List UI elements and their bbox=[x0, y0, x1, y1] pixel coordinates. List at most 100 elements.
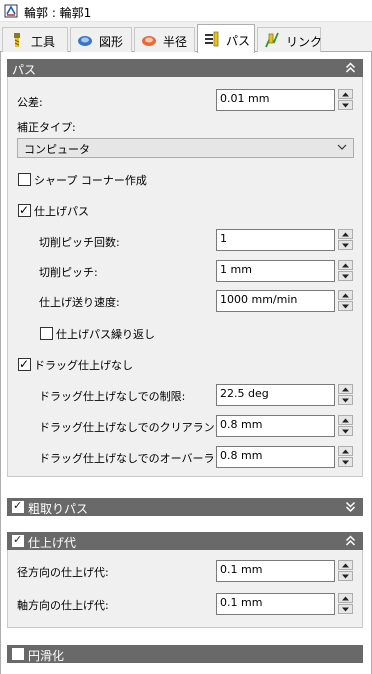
spin-down-button[interactable] bbox=[338, 457, 353, 467]
sharp-corners-label: シャープ コーナー作成 bbox=[34, 174, 147, 187]
spin-up-button[interactable] bbox=[338, 229, 353, 239]
spin-down-button[interactable] bbox=[338, 240, 353, 250]
window-title: 輪郭 : 輪郭1 bbox=[24, 6, 92, 20]
arrow-down-icon bbox=[342, 398, 349, 403]
spin-up-button[interactable] bbox=[338, 415, 353, 425]
arrow-up-icon bbox=[342, 563, 349, 568]
section-title: 粗取りパス bbox=[28, 502, 89, 516]
collapse-chevron-icon[interactable] bbox=[345, 535, 356, 547]
tab-label: リンク bbox=[286, 35, 323, 49]
check-icon: ✓ bbox=[19, 357, 30, 371]
num-stepdowns-label: 切削ピッチ回数: bbox=[39, 236, 120, 249]
expand-chevron-icon[interactable] bbox=[345, 501, 356, 513]
spin-up-button[interactable] bbox=[338, 384, 353, 394]
spin-up-button[interactable] bbox=[338, 290, 353, 300]
spin-down-button[interactable] bbox=[338, 301, 353, 311]
spin-up-button[interactable] bbox=[338, 446, 353, 456]
section-title: 仕上げ代 bbox=[28, 536, 77, 550]
no-finishing-drag-label: ドラッグ仕上げなし bbox=[34, 359, 133, 372]
radial-stock-label: 径方向の仕上げ代: bbox=[17, 566, 109, 579]
spin-up-button[interactable] bbox=[338, 560, 353, 570]
tolerance-input[interactable]: 0.01 mm bbox=[216, 89, 335, 111]
arrow-down-icon bbox=[342, 429, 349, 434]
smoothing-section-header[interactable]: 円滑化 bbox=[7, 645, 363, 663]
finishing-pass-label: 仕上げパス bbox=[34, 205, 89, 218]
stepdown-input[interactable]: 1 mm bbox=[216, 260, 335, 282]
spin-down-button[interactable] bbox=[338, 395, 353, 405]
tab-shape[interactable]: 図形 bbox=[70, 27, 132, 52]
spinner-buttons bbox=[338, 560, 353, 582]
tab-bar: 工具 図形 半径 パス リンク bbox=[0, 22, 372, 53]
tab-pass[interactable]: パス bbox=[197, 24, 255, 53]
title-bar: 輪郭 : 輪郭1 bbox=[0, 0, 372, 22]
finishing-feedrate-label: 仕上げ送り速度: bbox=[39, 296, 120, 309]
spin-down-button[interactable] bbox=[338, 604, 353, 614]
arrow-up-icon bbox=[342, 418, 349, 423]
radius-icon bbox=[142, 36, 156, 46]
spin-up-button[interactable] bbox=[338, 89, 353, 99]
spin-down-button[interactable] bbox=[338, 271, 353, 281]
spin-down-button[interactable] bbox=[338, 426, 353, 436]
stock-to-leave-checkbox[interactable]: ✓ bbox=[12, 533, 24, 547]
collapse-chevron-icon[interactable] bbox=[345, 62, 356, 74]
compensation-type-label: 補正タイプ: bbox=[17, 121, 76, 134]
finishing-pass-checkbox[interactable]: ✓ bbox=[18, 203, 31, 217]
tab-content-panel: パス 公差: 0.01 mm 補正タイプ: コンピュータ シャープ コーナー作成… bbox=[0, 52, 372, 674]
arrow-down-icon bbox=[342, 274, 349, 279]
arrow-up-icon bbox=[342, 449, 349, 454]
contour-operation-icon bbox=[4, 4, 18, 18]
tolerance-label: 公差: bbox=[17, 96, 43, 109]
repeat-finishing-checkbox[interactable] bbox=[40, 327, 53, 340]
finishing-feedrate-input[interactable]: 1000 mm/min bbox=[216, 290, 335, 312]
roughing-section-header[interactable]: ✓ 粗取りパス bbox=[7, 498, 363, 516]
radial-stock-input[interactable]: 0.1 mm bbox=[216, 560, 335, 582]
sharp-corners-checkbox[interactable] bbox=[18, 173, 31, 186]
tab-tool[interactable]: 工具 bbox=[2, 27, 68, 52]
drag-limit-input[interactable]: 22.5 deg bbox=[216, 384, 335, 406]
num-stepdowns-input[interactable]: 1 bbox=[216, 229, 335, 251]
arrow-up-icon bbox=[342, 596, 349, 601]
tab-radius[interactable]: 半径 bbox=[134, 27, 195, 52]
arrow-down-icon bbox=[342, 460, 349, 465]
stock-to-leave-section-header[interactable]: ✓ 仕上げ代 bbox=[7, 532, 363, 550]
compensation-type-select[interactable]: コンピュータ bbox=[17, 138, 354, 158]
spinner-buttons bbox=[338, 446, 353, 468]
arrow-up-icon bbox=[342, 232, 349, 237]
arrow-down-icon bbox=[342, 304, 349, 309]
roughing-checkbox[interactable]: ✓ bbox=[12, 499, 24, 513]
tab-link[interactable]: リンク bbox=[257, 27, 323, 52]
tab-label: 図形 bbox=[99, 35, 124, 49]
tab-label: 半径 bbox=[163, 35, 188, 49]
spinner-buttons bbox=[338, 415, 353, 437]
axial-stock-input[interactable]: 0.1 mm bbox=[216, 593, 335, 615]
axial-stock-label: 軸方向の仕上げ代: bbox=[17, 599, 109, 612]
tool-icon bbox=[14, 33, 20, 47]
stock-to-leave-section-body: 径方向の仕上げ代: 0.1 mm 軸方向の仕上げ代: 0.1 mm bbox=[7, 550, 363, 628]
section-title: 円滑化 bbox=[28, 649, 65, 663]
pass-icon bbox=[205, 31, 219, 47]
drag-clearance-label: ドラッグ仕上げなしでのクリアランス: bbox=[39, 421, 230, 434]
drag-overlap-label: ドラッグ仕上げなしでのオーバーラップ: bbox=[39, 452, 241, 465]
pass-section-body: 公差: 0.01 mm 補正タイプ: コンピュータ シャープ コーナー作成 ✓ … bbox=[7, 77, 363, 477]
spin-up-button[interactable] bbox=[338, 260, 353, 270]
section-title: パス bbox=[12, 63, 37, 77]
arrow-up-icon bbox=[342, 293, 349, 298]
check-icon: ✓ bbox=[13, 533, 23, 546]
spin-up-button[interactable] bbox=[338, 593, 353, 603]
pass-section-header[interactable]: パス bbox=[7, 59, 363, 77]
smoothing-checkbox[interactable] bbox=[12, 648, 24, 660]
drag-clearance-input[interactable]: 0.8 mm bbox=[216, 415, 335, 437]
spin-down-button[interactable] bbox=[338, 571, 353, 581]
tab-label: 工具 bbox=[31, 35, 56, 49]
check-icon: ✓ bbox=[13, 499, 23, 512]
tab-label: パス bbox=[226, 34, 251, 48]
check-icon: ✓ bbox=[19, 203, 30, 217]
spinner-buttons bbox=[338, 229, 353, 251]
arrow-up-icon bbox=[342, 92, 349, 97]
arrow-down-icon bbox=[342, 243, 349, 248]
drag-overlap-input[interactable]: 0.8 mm bbox=[216, 446, 335, 468]
spin-down-button[interactable] bbox=[338, 100, 353, 110]
no-finishing-drag-checkbox[interactable]: ✓ bbox=[18, 357, 31, 371]
arrow-down-icon bbox=[342, 574, 349, 579]
compensation-type-value: コンピュータ bbox=[24, 143, 90, 156]
